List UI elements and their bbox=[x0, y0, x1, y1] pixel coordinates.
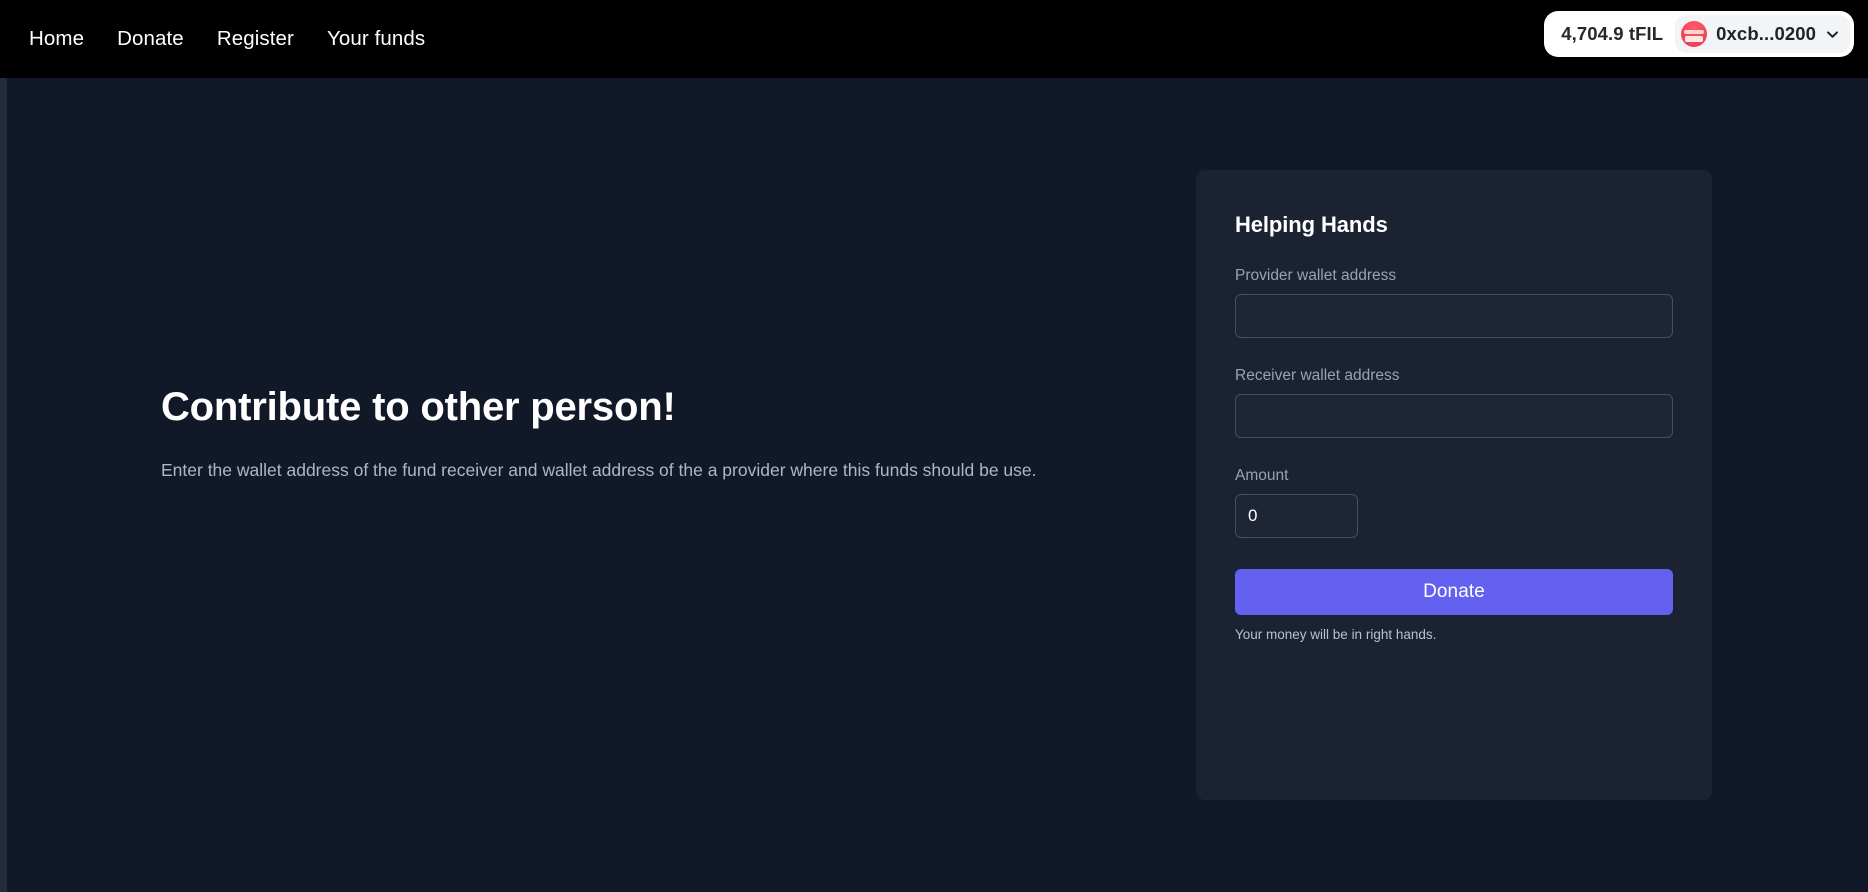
provider-wallet-input[interactable] bbox=[1235, 294, 1673, 338]
nav-link-register[interactable]: Register bbox=[215, 25, 296, 54]
nav-link-home[interactable]: Home bbox=[27, 25, 86, 54]
donation-card: Helping Hands Provider wallet address Re… bbox=[1196, 170, 1712, 800]
receiver-wallet-input[interactable] bbox=[1235, 394, 1673, 438]
amount-input[interactable] bbox=[1235, 494, 1358, 538]
account-chip-button[interactable]: 0xcb...0200 bbox=[1675, 15, 1850, 53]
account-address: 0xcb...0200 bbox=[1716, 23, 1816, 44]
nav-link-donate[interactable]: Donate bbox=[115, 25, 186, 54]
nav-links: Home Donate Register Your funds bbox=[27, 25, 427, 54]
page-title: Contribute to other person! bbox=[161, 385, 676, 429]
top-navbar: Home Donate Register Your funds 4,704.9 … bbox=[0, 0, 1868, 78]
page-description: Enter the wallet address of the fund rec… bbox=[161, 460, 1037, 480]
wallet-pill[interactable]: 4,704.9 tFIL 0xcb...0200 bbox=[1544, 11, 1854, 57]
amount-label: Amount bbox=[1235, 467, 1289, 484]
left-edge-strip bbox=[0, 78, 7, 892]
donate-helper-text: Your money will be in right hands. bbox=[1235, 627, 1437, 642]
account-avatar-icon bbox=[1681, 21, 1708, 47]
hero-section: Contribute to other person! Enter the wa… bbox=[161, 383, 1101, 484]
chevron-down-icon[interactable] bbox=[1825, 27, 1840, 42]
wallet-balance: 4,704.9 tFIL bbox=[1561, 23, 1664, 44]
main-content: Contribute to other person! Enter the wa… bbox=[0, 78, 1868, 892]
provider-wallet-label: Provider wallet address bbox=[1235, 267, 1397, 284]
card-title: Helping Hands bbox=[1235, 212, 1388, 237]
nav-link-your-funds[interactable]: Your funds bbox=[325, 25, 427, 54]
donate-button[interactable]: Donate bbox=[1235, 569, 1673, 615]
receiver-wallet-label: Receiver wallet address bbox=[1235, 367, 1400, 384]
